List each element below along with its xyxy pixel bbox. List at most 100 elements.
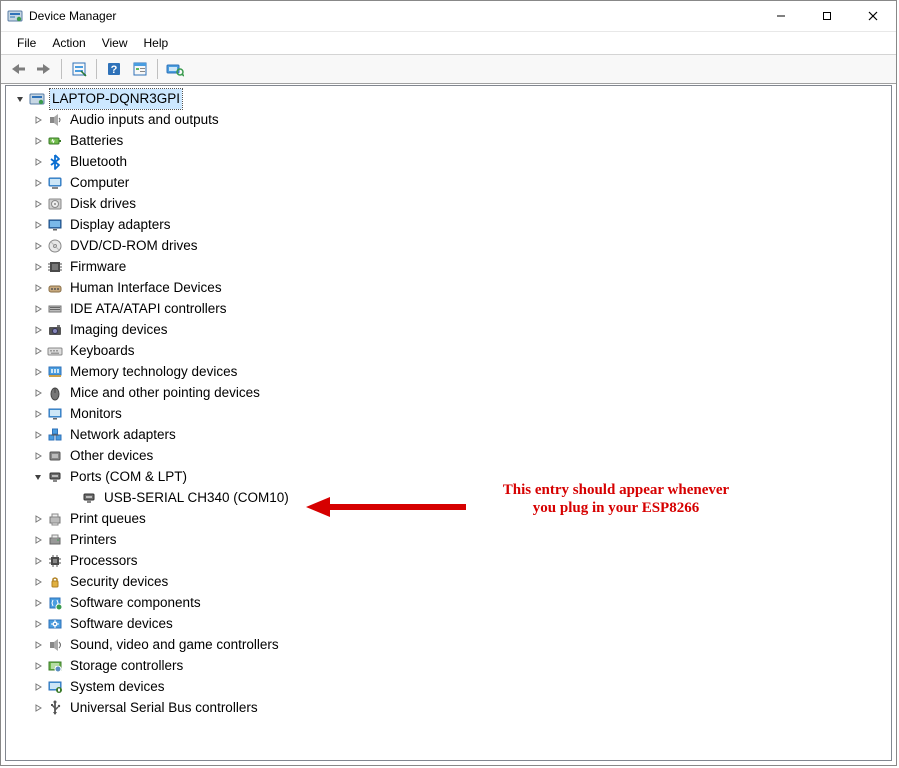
- caret-right-icon[interactable]: [30, 406, 46, 422]
- tree-category[interactable]: Printers: [10, 529, 891, 550]
- menubar: File Action View Help: [1, 32, 896, 55]
- tree-category[interactable]: DVD/CD-ROM drives: [10, 235, 891, 256]
- caret-right-icon[interactable]: [30, 364, 46, 380]
- caret-right-icon[interactable]: [30, 238, 46, 254]
- tree-label: Printers: [68, 530, 119, 550]
- caret-right-icon[interactable]: [30, 154, 46, 170]
- tree-label: Processors: [68, 551, 140, 571]
- tree-category[interactable]: Print queues: [10, 508, 891, 529]
- tree-category[interactable]: Human Interface Devices: [10, 277, 891, 298]
- tree-category[interactable]: Computer: [10, 172, 891, 193]
- tree-category[interactable]: Software components: [10, 592, 891, 613]
- toolbar-back-button[interactable]: [6, 57, 30, 81]
- caret-right-icon[interactable]: [30, 322, 46, 338]
- caret-right-icon[interactable]: [30, 301, 46, 317]
- tree-label: Computer: [68, 173, 131, 193]
- tree-category[interactable]: Sound, video and game controllers: [10, 634, 891, 655]
- tree-label: Firmware: [68, 257, 128, 277]
- caret-right-icon[interactable]: [30, 448, 46, 464]
- caret-right-icon[interactable]: [30, 616, 46, 632]
- toolbar-properties-button[interactable]: [128, 57, 152, 81]
- minimize-button[interactable]: [758, 1, 804, 31]
- tree-category[interactable]: Monitors: [10, 403, 891, 424]
- tree-category[interactable]: Software devices: [10, 613, 891, 634]
- caret-right-icon[interactable]: [30, 196, 46, 212]
- tree-label: DVD/CD-ROM drives: [68, 236, 200, 256]
- tree-category[interactable]: Imaging devices: [10, 319, 891, 340]
- toolbar-scan-button[interactable]: [163, 57, 187, 81]
- bluetooth-icon: [46, 153, 64, 171]
- speaker-icon: [46, 111, 64, 129]
- tree-label: Ports (COM & LPT): [68, 467, 189, 487]
- tree-label: Software components: [68, 593, 203, 613]
- caret-right-icon[interactable]: [30, 553, 46, 569]
- caret-right-icon[interactable]: [30, 259, 46, 275]
- tree-category[interactable]: Firmware: [10, 256, 891, 277]
- toolbar-help-button[interactable]: ?: [102, 57, 126, 81]
- caret-right-icon[interactable]: [30, 679, 46, 695]
- caret-right-icon[interactable]: [30, 637, 46, 653]
- imaging-icon: [46, 321, 64, 339]
- keyboard-icon: [46, 342, 64, 360]
- tree-category[interactable]: Display adapters: [10, 214, 891, 235]
- maximize-button[interactable]: [804, 1, 850, 31]
- tree-category[interactable]: Processors: [10, 550, 891, 571]
- tree-label: Universal Serial Bus controllers: [68, 698, 260, 718]
- window-buttons: [758, 1, 896, 31]
- tree-label: Bluetooth: [68, 152, 129, 172]
- toolbar-forward-button[interactable]: [32, 57, 56, 81]
- tree-category[interactable]: Ports (COM & LPT): [10, 466, 891, 487]
- tree-category[interactable]: Memory technology devices: [10, 361, 891, 382]
- cpu-icon: [46, 552, 64, 570]
- tree-category[interactable]: Security devices: [10, 571, 891, 592]
- tree-label: Batteries: [68, 131, 125, 151]
- menu-file[interactable]: File: [9, 34, 44, 52]
- caret-right-icon[interactable]: [30, 280, 46, 296]
- titlebar: Device Manager: [1, 1, 896, 32]
- close-button[interactable]: [850, 1, 896, 31]
- menu-help[interactable]: Help: [136, 34, 177, 52]
- caret-right-icon[interactable]: [30, 112, 46, 128]
- toolbar-show-hidden-button[interactable]: [67, 57, 91, 81]
- caret-right-icon[interactable]: [30, 133, 46, 149]
- device-tree-panel[interactable]: LAPTOP-DQNR3GPIAudio inputs and outputsB…: [5, 85, 892, 761]
- svg-text:?: ?: [111, 64, 118, 76]
- caret-right-icon[interactable]: [30, 343, 46, 359]
- tree-category[interactable]: Universal Serial Bus controllers: [10, 697, 891, 718]
- tree-label: Other devices: [68, 446, 155, 466]
- caret-right-icon[interactable]: [30, 574, 46, 590]
- tree-category[interactable]: Mice and other pointing devices: [10, 382, 891, 403]
- caret-down-icon[interactable]: [12, 91, 28, 107]
- tree-category[interactable]: Storage controllers: [10, 655, 891, 676]
- caret-right-icon[interactable]: [30, 175, 46, 191]
- caret-right-icon[interactable]: [30, 511, 46, 527]
- menu-action[interactable]: Action: [44, 34, 93, 52]
- tree-category[interactable]: Keyboards: [10, 340, 891, 361]
- caret-right-icon[interactable]: [30, 385, 46, 401]
- tree-label: Monitors: [68, 404, 124, 424]
- tree-category[interactable]: Bluetooth: [10, 151, 891, 172]
- computer-icon: [46, 174, 64, 192]
- tree-category[interactable]: Audio inputs and outputs: [10, 109, 891, 130]
- tree-category[interactable]: System devices: [10, 676, 891, 697]
- tree-category[interactable]: Network adapters: [10, 424, 891, 445]
- display-icon: [46, 216, 64, 234]
- caret-right-icon[interactable]: [30, 658, 46, 674]
- caret-right-icon[interactable]: [30, 595, 46, 611]
- tree-root[interactable]: LAPTOP-DQNR3GPI: [10, 88, 891, 109]
- memory-icon: [46, 363, 64, 381]
- usb-icon: [46, 699, 64, 717]
- caret-right-icon[interactable]: [30, 532, 46, 548]
- menu-view[interactable]: View: [94, 34, 136, 52]
- caret-right-icon[interactable]: [30, 427, 46, 443]
- tree-label: Imaging devices: [68, 320, 170, 340]
- tree-device[interactable]: USB-SERIAL CH340 (COM10): [10, 487, 891, 508]
- caret-right-icon[interactable]: [30, 217, 46, 233]
- tree-label: Security devices: [68, 572, 170, 592]
- caret-right-icon[interactable]: [30, 700, 46, 716]
- tree-category[interactable]: Disk drives: [10, 193, 891, 214]
- tree-category[interactable]: IDE ATA/ATAPI controllers: [10, 298, 891, 319]
- caret-down-icon[interactable]: [30, 469, 46, 485]
- tree-category[interactable]: Batteries: [10, 130, 891, 151]
- tree-category[interactable]: Other devices: [10, 445, 891, 466]
